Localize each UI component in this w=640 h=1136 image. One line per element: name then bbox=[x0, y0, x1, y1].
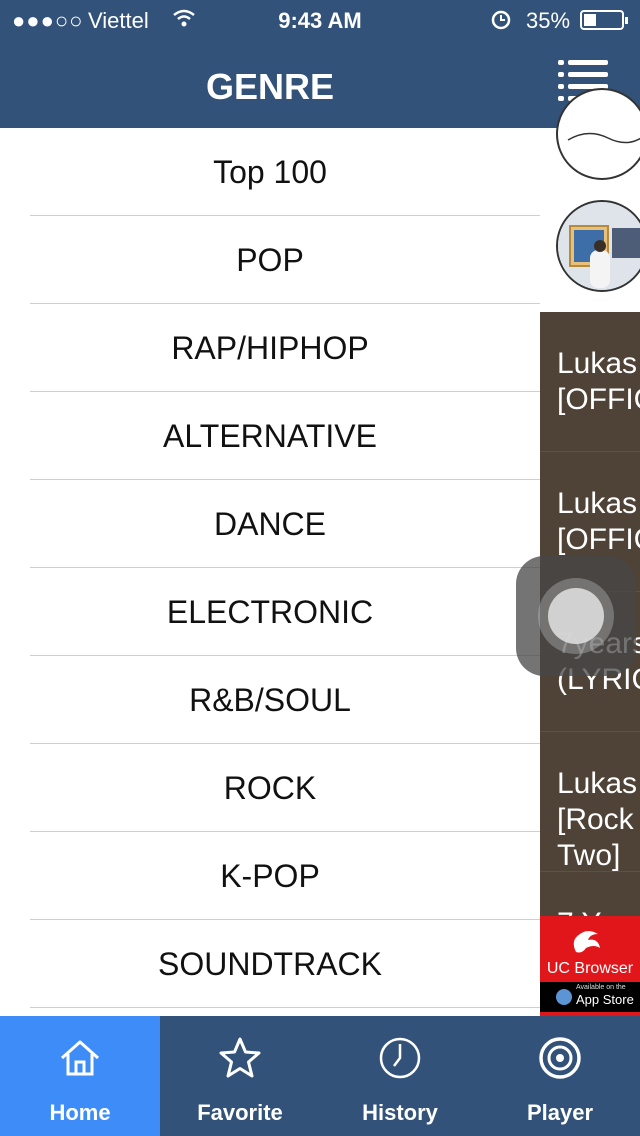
status-bar: ●●●○○ Viettel 9:43 AM 35% bbox=[0, 0, 640, 40]
squirrel-logo-icon bbox=[568, 924, 608, 956]
genre-item-alternative[interactable]: ALTERNATIVE bbox=[0, 392, 540, 480]
menu-dot bbox=[558, 60, 564, 65]
genre-label: R&B/SOUL bbox=[189, 682, 351, 718]
store-small-text: Available on the bbox=[576, 984, 626, 991]
track-item[interactable]: Lukas [Rock Two] bbox=[540, 732, 640, 872]
alarm-icon bbox=[490, 8, 512, 36]
tab-favorite[interactable]: Favorite bbox=[160, 1016, 320, 1136]
disc-icon bbox=[539, 1037, 581, 1079]
battery-percent: 35% bbox=[526, 8, 571, 33]
store-text: App Store bbox=[576, 992, 634, 1007]
track-item[interactable]: Lukas [OFFIC bbox=[540, 312, 640, 452]
tab-label: Player bbox=[526, 1100, 594, 1125]
menu-dot bbox=[558, 96, 564, 101]
album-thumbnail[interactable] bbox=[556, 200, 640, 292]
clock-icon bbox=[379, 1037, 421, 1079]
track-title: Lukas [Rock Two] bbox=[557, 767, 638, 872]
genre-item-k-pop[interactable]: K-POP bbox=[0, 832, 540, 920]
genre-item-dance[interactable]: DANCE bbox=[0, 480, 540, 568]
genre-label: DANCE bbox=[213, 506, 326, 542]
ad-brand: UC Browser bbox=[546, 960, 634, 977]
genre-label: SOUNDTRACK bbox=[157, 946, 382, 982]
genre-item-pop[interactable]: POP bbox=[0, 216, 540, 304]
menu-line bbox=[568, 60, 608, 65]
tab-label: Home bbox=[49, 1100, 111, 1125]
tab-label: History bbox=[362, 1100, 438, 1125]
genre-list: Top 100 POP RAP/HIPHOP ALTERNATIVE DANCE… bbox=[0, 128, 540, 1016]
genre-label: K-POP bbox=[220, 858, 320, 894]
genre-label: ROCK bbox=[223, 770, 317, 806]
main-content-peek: Lukas [OFFIC Lukas [OFFIC 7years (LYRIC … bbox=[540, 40, 640, 1016]
battery-icon bbox=[580, 10, 628, 30]
album-thumbnails bbox=[540, 88, 640, 312]
genre-label: RAP/HIPHOP bbox=[171, 330, 369, 366]
genre-item-top-100[interactable]: Top 100 bbox=[0, 128, 540, 216]
tab-history[interactable]: History bbox=[320, 1016, 480, 1136]
uc-browser-ad[interactable]: UC Browser Available on the App Store bbox=[540, 916, 640, 1016]
track-title: Lukas [OFFIC bbox=[557, 487, 640, 556]
assistive-center bbox=[548, 588, 604, 644]
genre-item-rap-hiphop[interactable]: RAP/HIPHOP bbox=[0, 304, 540, 392]
genre-item-rnb-soul[interactable]: R&B/SOUL bbox=[0, 656, 540, 744]
menu-dot bbox=[558, 72, 564, 77]
genre-label: ELECTRONIC bbox=[166, 594, 374, 630]
tab-player[interactable]: Player bbox=[480, 1016, 640, 1136]
genre-label: POP bbox=[236, 242, 304, 278]
header-bar: GENRE bbox=[0, 40, 540, 128]
divider bbox=[30, 1007, 540, 1008]
menu-dot bbox=[558, 84, 564, 89]
home-icon bbox=[61, 1040, 99, 1076]
tab-home[interactable]: Home bbox=[0, 1016, 160, 1136]
page-title: GENRE bbox=[205, 66, 335, 107]
genre-label: Top 100 bbox=[213, 154, 327, 190]
tab-label: Favorite bbox=[197, 1100, 283, 1125]
genre-item-rock[interactable]: ROCK bbox=[0, 744, 540, 832]
genre-label: ALTERNATIVE bbox=[163, 418, 377, 454]
album-thumbnail[interactable] bbox=[556, 88, 640, 180]
genre-item-electronic[interactable]: ELECTRONIC bbox=[0, 568, 540, 656]
apple-icon bbox=[556, 989, 572, 1005]
assistive-touch-button[interactable] bbox=[516, 556, 636, 676]
star-icon bbox=[219, 1037, 261, 1078]
genre-item-soundtrack[interactable]: SOUNDTRACK bbox=[0, 920, 540, 1008]
track-title: Lukas [OFFIC bbox=[557, 347, 640, 416]
app-store-badge[interactable]: Available on the App Store bbox=[540, 982, 640, 1012]
tab-bar: Home Favorite History Player bbox=[0, 1016, 640, 1136]
menu-line bbox=[568, 72, 608, 77]
